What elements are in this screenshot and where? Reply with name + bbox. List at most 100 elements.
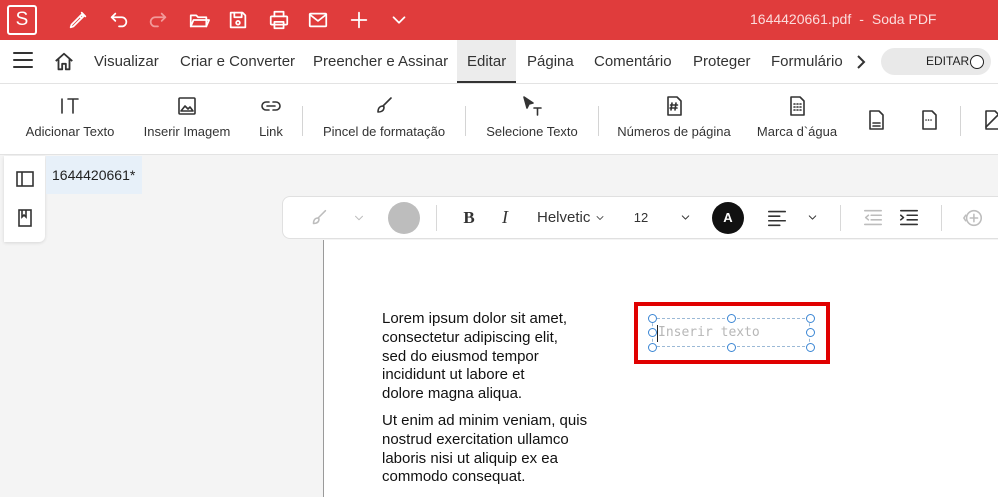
- bates-numbering-button[interactable]: [915, 84, 943, 156]
- header-footer-icon: [864, 108, 888, 132]
- panel-toggle-icon[interactable]: [15, 169, 35, 189]
- edit-mode-toggle[interactable]: EDITAR: [881, 48, 991, 75]
- tab-visualizar[interactable]: Visualizar: [94, 40, 159, 83]
- tab-formulario[interactable]: Formulário: [771, 40, 843, 83]
- save-icon[interactable]: [226, 8, 250, 32]
- fill-color-swatch[interactable]: [387, 197, 421, 238]
- resize-handle[interactable]: [727, 314, 736, 323]
- document-tab[interactable]: 1644420661*: [46, 156, 142, 194]
- text-line: laboris nisi ut aliquip ex ea: [382, 449, 558, 467]
- add-text-button[interactable]: Adicionar Texto: [20, 84, 120, 156]
- link-label: Link: [259, 124, 283, 139]
- resize-handle[interactable]: [806, 328, 815, 337]
- soda-pdf-logo[interactable]: S: [7, 5, 37, 35]
- paragraph-1[interactable]: Lorem ipsum dolor sit amet, consectetur …: [382, 310, 612, 404]
- edit-page-button[interactable]: [978, 84, 998, 156]
- toggle-knob: [970, 55, 984, 69]
- edit-page-icon: [980, 108, 998, 132]
- tab-editar[interactable]: Editar: [457, 40, 517, 83]
- format-painter-icon: [303, 197, 335, 238]
- header-footer-button[interactable]: [862, 84, 890, 156]
- select-text-label: Selecione Texto: [486, 124, 578, 139]
- chevron-down-icon: [349, 197, 369, 238]
- bates-icon: [917, 108, 941, 132]
- text-line: dolore magna aliqua.: [382, 385, 523, 403]
- resize-handle[interactable]: [648, 314, 657, 323]
- insert-image-button[interactable]: Inserir Imagem: [138, 84, 236, 156]
- chevron-right-icon[interactable]: [852, 52, 870, 72]
- chevron-down-icon[interactable]: [675, 197, 695, 238]
- tab-proteger[interactable]: Proteger: [693, 40, 751, 83]
- link-icon: [259, 94, 283, 118]
- ribbon-divider: [465, 106, 466, 136]
- select-text-button[interactable]: Selecione Texto: [482, 84, 582, 156]
- font-family-value: Helvetic: [537, 209, 591, 226]
- resize-handle[interactable]: [727, 343, 736, 352]
- increase-indent-icon[interactable]: [897, 197, 921, 238]
- text-line: Lorem ipsum dolor sit amet,: [382, 310, 568, 327]
- pdf-page[interactable]: Lorem ipsum dolor sit amet, consectetur …: [324, 240, 998, 497]
- italic-label: I: [502, 207, 508, 227]
- hamburger-menu-icon[interactable]: [13, 52, 33, 70]
- bookmark-icon[interactable]: [15, 208, 35, 228]
- italic-button[interactable]: I: [493, 197, 517, 238]
- font-size-select[interactable]: 12: [631, 197, 651, 238]
- ribbon-divider: [598, 106, 599, 136]
- font-size-value: 12: [633, 210, 649, 225]
- text-cursor: [657, 325, 658, 342]
- edit-toggle-label: EDITAR: [926, 54, 970, 68]
- resize-handle[interactable]: [806, 343, 815, 352]
- resize-handle[interactable]: [648, 343, 657, 352]
- pen-icon[interactable]: [66, 8, 90, 32]
- toolbar-divider: [840, 205, 841, 231]
- text-line: nostrud exercitation ullamco: [382, 430, 569, 448]
- undo-icon[interactable]: [107, 8, 131, 32]
- font-family-select[interactable]: Helvetic: [537, 197, 611, 238]
- window-title: 1644420661.pdf - Soda PDF: [750, 11, 936, 27]
- link-button[interactable]: Link: [250, 84, 292, 156]
- tab-criar-converter[interactable]: Criar e Converter: [180, 40, 295, 83]
- format-brush-icon: [372, 94, 396, 118]
- format-brush-label: Pincel de formatação: [322, 124, 446, 139]
- align-left-icon[interactable]: [765, 197, 789, 238]
- file-name: 1644420661.pdf: [750, 11, 852, 27]
- text-box-placeholder: Inserir texto: [658, 325, 760, 340]
- watermark-button[interactable]: Marca d`água: [752, 84, 842, 156]
- text-line: incididunt ut labore et: [382, 366, 525, 384]
- title-separator: -: [859, 11, 864, 27]
- resize-handle[interactable]: [806, 314, 815, 323]
- watermark-label: Marca d`água: [756, 124, 838, 139]
- page-number-label: Números de página: [617, 124, 731, 139]
- page-number-button[interactable]: Números de página: [614, 84, 734, 156]
- ribbon-divider: [960, 106, 961, 136]
- text-color-letter: A: [712, 201, 744, 234]
- tab-comentario[interactable]: Comentário: [594, 40, 672, 83]
- text-line: commodo consequat.: [382, 468, 526, 486]
- tab-preencher-assinar[interactable]: Preencher e Assinar: [313, 40, 448, 83]
- print-icon[interactable]: [267, 8, 291, 32]
- text-line: sed do eiusmod tempor: [382, 347, 539, 365]
- text-line: consectetur adipiscing elit,: [382, 328, 558, 346]
- text-color-button[interactable]: A: [711, 197, 745, 238]
- bold-button[interactable]: B: [457, 197, 481, 238]
- text-line: Ut enim ad minim veniam, quis: [382, 412, 588, 429]
- chevron-down-icon[interactable]: [803, 197, 821, 238]
- paragraph-2[interactable]: Ut enim ad minim veniam, quis nostrud ex…: [382, 412, 632, 487]
- plus-icon[interactable]: [347, 8, 371, 32]
- menu-bar: Visualizar Criar e Converter Preencher e…: [0, 40, 998, 83]
- open-folder-icon[interactable]: [187, 8, 211, 32]
- mail-icon[interactable]: [306, 8, 330, 32]
- page-number-icon: [662, 94, 686, 118]
- add-text-label: Adicionar Texto: [25, 124, 115, 139]
- tab-pagina[interactable]: Página: [527, 40, 574, 83]
- resize-handle[interactable]: [648, 328, 657, 337]
- insert-image-label: Inserir Imagem: [143, 124, 231, 139]
- bold-label: B: [463, 207, 475, 227]
- title-bar: S 1644420661.pdf - Soda PDF: [0, 0, 998, 40]
- decrease-indent-icon: [861, 197, 885, 238]
- app-name: Soda PDF: [871, 11, 937, 27]
- format-brush-button[interactable]: Pincel de formatação: [318, 84, 450, 156]
- left-sidebar: [4, 156, 45, 242]
- chevron-down-icon[interactable]: [387, 8, 411, 32]
- home-icon[interactable]: [53, 51, 75, 73]
